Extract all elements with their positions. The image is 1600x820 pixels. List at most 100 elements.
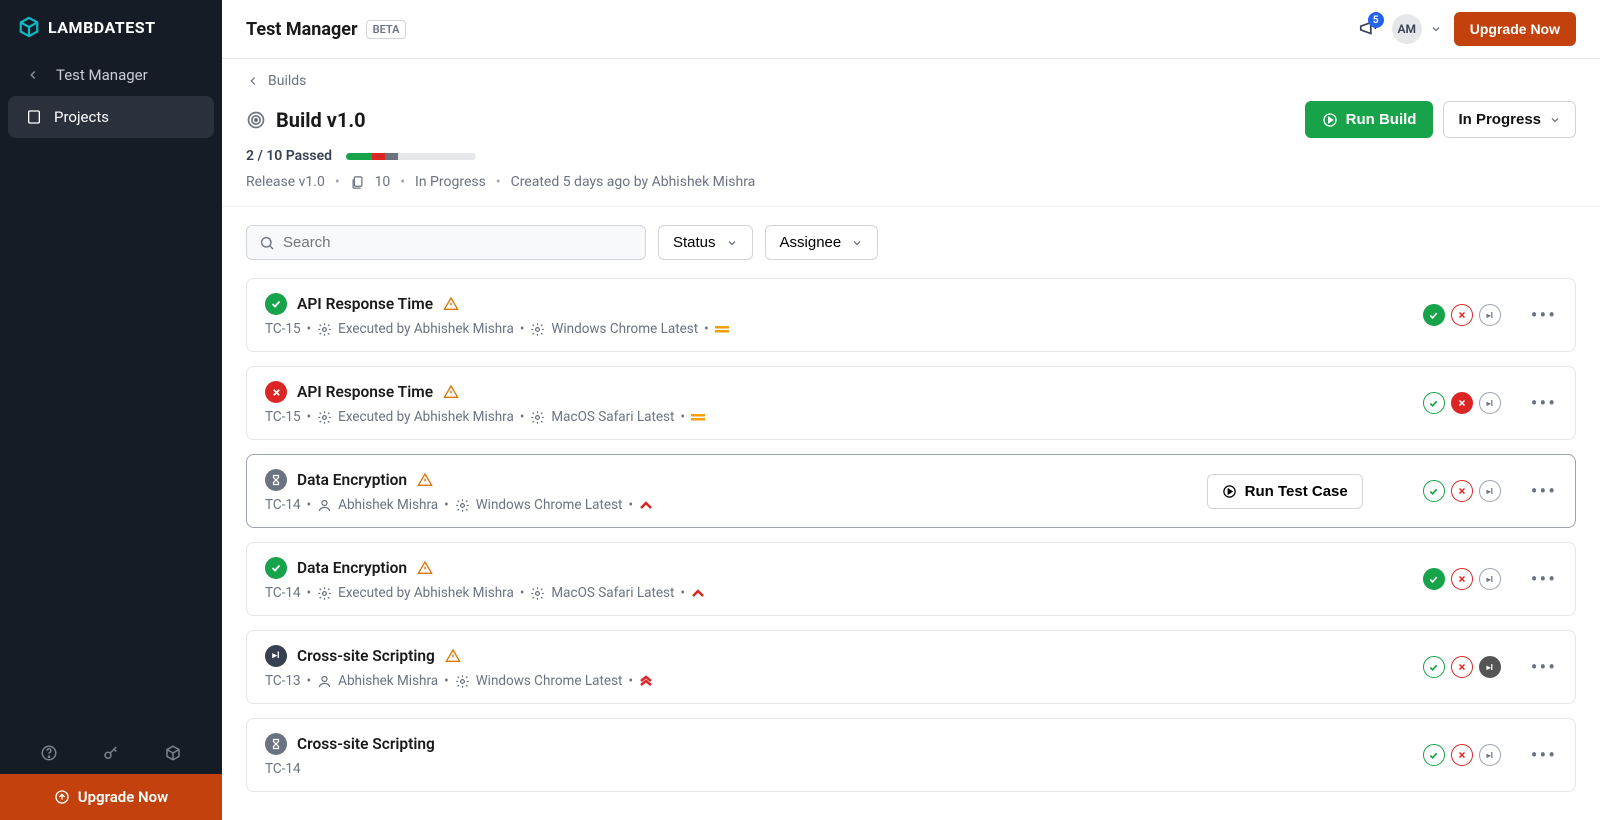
test-card[interactable]: Data Encryption TC-14 • Abhishek Mishra … — [246, 454, 1576, 528]
test-id: TC-14 — [265, 585, 301, 601]
upgrade-icon — [54, 789, 70, 805]
warning-icon — [443, 384, 459, 400]
status-pending-icon — [265, 733, 287, 755]
status-pending-icon — [265, 469, 287, 491]
mark-skip-button[interactable]: ▸I — [1479, 656, 1501, 678]
test-title: API Response Time — [297, 295, 433, 313]
mark-pass-button[interactable] — [1423, 392, 1445, 414]
breadcrumb[interactable]: Builds — [222, 59, 1600, 97]
nav-back-test-manager[interactable]: Test Manager — [8, 54, 214, 96]
test-card[interactable]: ▸I Cross-site Scripting TC-13 • Abhishek… — [246, 630, 1576, 704]
build-header: Build v1.0 Run Build In Progress — [222, 97, 1600, 207]
search-icon — [259, 235, 275, 251]
test-list: API Response Time TC-15 • Executed by Ab… — [222, 278, 1600, 816]
status-pass-icon — [265, 557, 287, 579]
integration-icon[interactable] — [164, 744, 182, 762]
more-button[interactable]: ••• — [1531, 567, 1557, 591]
test-title: Data Encryption — [297, 471, 407, 489]
chevron-left-icon — [246, 74, 260, 88]
mark-pass-button[interactable] — [1423, 568, 1445, 590]
gear-icon — [530, 322, 545, 337]
nav-back-label: Test Manager — [56, 66, 148, 84]
more-button[interactable]: ••• — [1531, 479, 1557, 503]
test-id: TC-15 — [265, 321, 301, 337]
mark-fail-button[interactable] — [1451, 744, 1473, 766]
warning-icon — [417, 560, 433, 576]
build-status-dropdown[interactable]: In Progress — [1443, 101, 1576, 138]
status-pass-icon — [265, 293, 287, 315]
play-circle-icon — [1322, 112, 1338, 128]
more-button[interactable]: ••• — [1531, 303, 1557, 327]
gear-icon — [317, 322, 332, 337]
status-inline: In Progress — [415, 174, 486, 190]
sidebar-upgrade-label: Upgrade Now — [78, 788, 168, 806]
help-icon[interactable] — [40, 744, 58, 762]
user-menu[interactable]: AM — [1392, 14, 1442, 44]
status-fail-icon — [265, 381, 287, 403]
mark-skip-button[interactable]: ▸I — [1479, 744, 1501, 766]
gear-icon — [317, 410, 332, 425]
test-card[interactable]: API Response Time TC-15 • Executed by Ab… — [246, 366, 1576, 440]
lambdatest-icon — [18, 16, 40, 38]
run-test-case-button[interactable]: Run Test Case — [1207, 474, 1363, 509]
status-filter[interactable]: Status — [658, 225, 753, 260]
play-circle-icon — [1222, 484, 1237, 499]
test-actions: ▸I ••• — [1423, 743, 1557, 767]
assignee-filter[interactable]: Assignee — [765, 225, 879, 260]
test-card[interactable]: Data Encryption TC-14 • Executed by Abhi… — [246, 542, 1576, 616]
brand-logo[interactable]: LAMBDATEST — [0, 0, 222, 54]
gear-icon — [317, 586, 332, 601]
projects-icon — [26, 109, 42, 125]
mark-skip-button[interactable]: ▸I — [1479, 392, 1501, 414]
notifications-button[interactable]: 5 — [1358, 18, 1380, 40]
mark-skip-button[interactable]: ▸I — [1479, 568, 1501, 590]
target-icon — [246, 110, 266, 130]
test-title: Cross-site Scripting — [297, 647, 435, 665]
mark-pass-button[interactable] — [1423, 304, 1445, 326]
more-button[interactable]: ••• — [1531, 391, 1557, 415]
test-id: TC-14 — [265, 497, 301, 513]
gear-icon — [530, 410, 545, 425]
mark-skip-button[interactable]: ▸I — [1479, 480, 1501, 502]
test-card[interactable]: API Response Time TC-15 • Executed by Ab… — [246, 278, 1576, 352]
mark-fail-button[interactable] — [1451, 568, 1473, 590]
mark-pass-button[interactable] — [1423, 656, 1445, 678]
search-box[interactable] — [246, 225, 646, 260]
mark-fail-button[interactable] — [1451, 392, 1473, 414]
nav-projects-label: Projects — [54, 108, 109, 126]
search-input[interactable] — [283, 234, 633, 251]
avatar: AM — [1392, 14, 1422, 44]
more-button[interactable]: ••• — [1531, 655, 1557, 679]
list-toolbar: Status Assignee — [222, 207, 1600, 278]
test-actions: ▸I ••• — [1423, 391, 1557, 415]
upgrade-now-button[interactable]: Upgrade Now — [1454, 12, 1576, 46]
mark-skip-button[interactable]: ▸I — [1479, 304, 1501, 326]
warning-icon — [443, 296, 459, 312]
sidebar-upgrade-button[interactable]: Upgrade Now — [0, 774, 222, 820]
test-id: TC-14 — [265, 761, 301, 777]
priority-medium-icon — [715, 324, 729, 334]
mark-fail-button[interactable] — [1451, 480, 1473, 502]
test-count: 10 — [375, 174, 391, 190]
priority-high-icon — [691, 588, 705, 598]
priority-medium-icon — [691, 412, 705, 422]
mark-fail-button[interactable] — [1451, 304, 1473, 326]
page-title: Test Manager — [246, 19, 358, 40]
sidebar: LAMBDATEST Test Manager Projects Upgrade… — [0, 0, 222, 820]
beta-badge: BETA — [366, 20, 407, 39]
test-actions: ▸I ••• — [1423, 479, 1557, 503]
user-icon — [317, 674, 332, 689]
chevron-down-icon — [726, 237, 738, 249]
mark-pass-button[interactable] — [1423, 744, 1445, 766]
more-button[interactable]: ••• — [1531, 743, 1557, 767]
test-card[interactable]: Cross-site Scripting TC-14 ▸I ••• — [246, 718, 1576, 792]
key-icon[interactable] — [102, 744, 120, 762]
nav-projects[interactable]: Projects — [8, 96, 214, 138]
user-icon — [317, 498, 332, 513]
mark-pass-button[interactable] — [1423, 480, 1445, 502]
mark-fail-button[interactable] — [1451, 656, 1473, 678]
passed-count: 2 / 10 Passed — [246, 148, 332, 164]
test-actions: ▸I ••• — [1423, 567, 1557, 591]
test-id: TC-13 — [265, 673, 301, 689]
run-build-button[interactable]: Run Build — [1305, 101, 1434, 138]
